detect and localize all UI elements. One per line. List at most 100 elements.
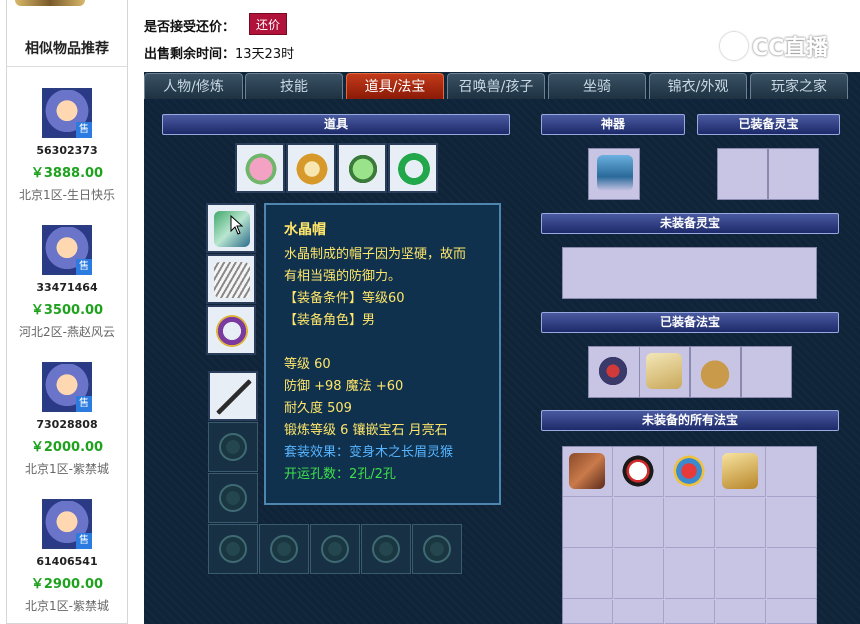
treasure-cell[interactable] [767, 498, 817, 548]
treasure-slot[interactable] [741, 346, 792, 398]
equipment-slot-belt[interactable] [206, 305, 256, 355]
staff-icon [216, 379, 252, 415]
treasure-cell[interactable] [716, 600, 766, 624]
spirit-slot[interactable] [717, 148, 768, 200]
treasure-cell[interactable] [563, 549, 613, 599]
section-header-items: 道具 [162, 114, 510, 135]
branch-icon [569, 453, 605, 489]
sidebar-banner-image [15, 0, 85, 6]
inventory-cell[interactable] [412, 524, 462, 574]
tab-character[interactable]: 人物/修炼 [144, 73, 243, 99]
tab-mounts[interactable]: 坐骑 [548, 73, 646, 99]
tooltip-defense: 防御 +98 魔法 +60 [284, 379, 404, 394]
tooltip-holes: 开运孔数：2孔/2孔 [284, 467, 396, 482]
tooltip-item-name: 水晶帽 [284, 222, 326, 238]
treasure-cell[interactable] [665, 447, 715, 497]
treasure-cell[interactable] [665, 549, 715, 599]
jade-pendant-icon [345, 151, 381, 187]
item-tooltip: 水晶帽 水晶制成的帽子因为坚硬，故而 有相当强的防御力。 【装备条件】等级60 … [264, 203, 501, 505]
tooltip-set-effect: 套装效果：变身木之长眉灵猴 [284, 445, 454, 460]
section-header-all-unequipped-treasure: 未装备的所有法宝 [541, 410, 839, 431]
treasure-cell[interactable] [563, 498, 613, 548]
item-slot[interactable] [337, 143, 387, 193]
bargain-button[interactable]: 还价 [249, 13, 287, 35]
item-id: 73028808 [36, 418, 98, 431]
character-avatar[interactable]: 售 [42, 499, 92, 549]
character-avatar[interactable]: 售 [42, 225, 92, 275]
section-header-unequipped-spirit: 未装备灵宝 [541, 213, 839, 234]
bargain-row: 是否接受还价： [144, 16, 235, 35]
artifact-slot[interactable] [588, 148, 640, 200]
tooltip-forge: 锻炼等级 6 镶嵌宝石 月亮石 [284, 423, 448, 438]
treasure-cell[interactable] [614, 549, 664, 599]
treasure-cell[interactable] [767, 447, 817, 497]
recommend-sidebar: 相似物品推荐 售 56302373 ￥3888.00 北京1区-生日快乐 售 3… [6, 0, 128, 624]
item-slot[interactable] [235, 143, 285, 193]
item-id: 33471464 [36, 281, 98, 294]
treasure-cell[interactable] [716, 498, 766, 548]
inventory-cell[interactable] [361, 524, 411, 574]
tooltip-level: 等级 60 [284, 357, 331, 372]
sell-badge: 售 [76, 122, 92, 138]
item-slot[interactable] [286, 143, 336, 193]
bargain-label: 是否接受还价： [144, 20, 236, 35]
warrior-figure-icon [595, 353, 631, 389]
treasure-cell[interactable] [767, 549, 817, 599]
belt-icon [214, 313, 250, 349]
treasure-cell[interactable] [614, 498, 664, 548]
inventory-cell[interactable] [208, 524, 258, 574]
empty-slot-icon [219, 484, 247, 512]
tab-summons[interactable]: 召唤兽/孩子 [447, 73, 545, 99]
sell-badge: 售 [76, 259, 92, 275]
tab-items[interactable]: 道具/法宝 [346, 73, 444, 99]
item-slot[interactable] [388, 143, 438, 193]
spirit-slot[interactable] [768, 148, 819, 200]
treasure-cell[interactable] [614, 600, 664, 624]
inventory-cell[interactable] [259, 524, 309, 574]
mouse-cursor-icon [230, 215, 244, 235]
tab-skills[interactable]: 技能 [245, 73, 343, 99]
sell-badge: 售 [76, 396, 92, 412]
treasure-cell[interactable] [665, 498, 715, 548]
open-book-icon [722, 453, 758, 489]
treasure-slot[interactable] [588, 346, 640, 398]
section-header-artifact: 神器 [541, 114, 685, 135]
treasure-slot[interactable] [639, 346, 690, 398]
item-id: 61406541 [36, 555, 98, 568]
treasure-cell[interactable] [767, 600, 817, 624]
scroll-icon [646, 353, 682, 389]
watermark-text: CC直播 [752, 36, 829, 61]
inventory-cell[interactable] [208, 422, 258, 472]
empty-slot-icon [219, 433, 247, 461]
treasure-cell[interactable] [665, 600, 715, 624]
treasure-cell[interactable] [716, 447, 766, 497]
divider [7, 66, 127, 67]
treasure-cell[interactable] [614, 447, 664, 497]
character-avatar[interactable]: 售 [42, 362, 92, 412]
item-server: 河北2区-燕赵风云 [19, 325, 115, 339]
equipment-slot-armor[interactable] [206, 254, 256, 304]
empty-slot-icon [270, 535, 298, 563]
tooltip-requirement-role: 【装备角色】男 [284, 313, 376, 328]
time-row: 出售剩余时间：13天23时 [144, 43, 294, 62]
watermark-logo-icon [720, 32, 748, 60]
treasure-slot[interactable] [690, 346, 741, 398]
artifact-icon [597, 155, 633, 191]
tab-outfits[interactable]: 锦衣/外观 [649, 73, 747, 99]
inventory-cell[interactable] [310, 524, 360, 574]
treasure-cell[interactable] [563, 600, 613, 624]
tab-home[interactable]: 玩家之家 [750, 73, 848, 99]
sidebar-title: 相似物品推荐 [25, 41, 109, 57]
treasure-cell[interactable] [716, 549, 766, 599]
item-price: ￥3500.00 [30, 303, 104, 318]
treasure-bag-icon [697, 353, 733, 389]
empty-slot-icon [219, 535, 247, 563]
inventory-cell[interactable] [208, 473, 258, 523]
treasure-cell[interactable] [563, 447, 613, 497]
equipment-slot-weapon[interactable] [208, 371, 258, 421]
opera-mask-icon [620, 453, 656, 489]
section-header-equipped-spirit: 已装备灵宝 [697, 114, 840, 135]
tooltip-requirement-level: 【装备条件】等级60 [284, 291, 405, 306]
character-avatar[interactable]: 售 [42, 88, 92, 138]
